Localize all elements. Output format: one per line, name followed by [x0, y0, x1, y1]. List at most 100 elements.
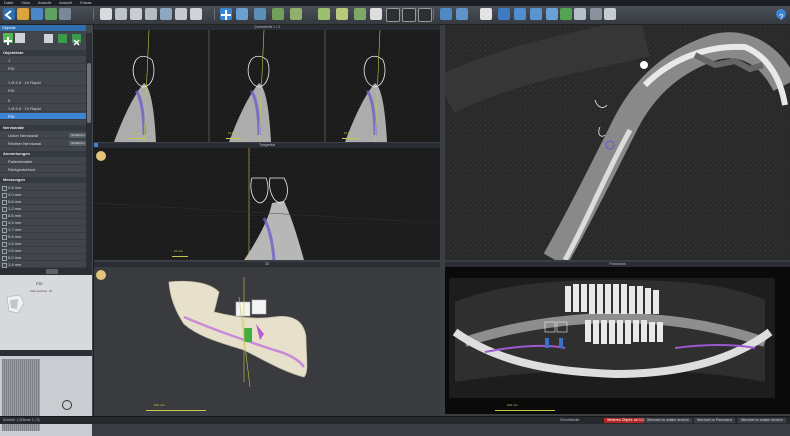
- measure-icon[interactable]: [160, 8, 172, 20]
- crown-icon[interactable]: [130, 8, 142, 20]
- fg-icon[interactable]: [604, 8, 616, 20]
- annotation-1[interactable]: Patientenakte: [0, 158, 86, 165]
- nerves-section[interactable]: Nervkanäle: [0, 125, 86, 131]
- arrow-icon[interactable]: [440, 8, 452, 20]
- measurement-label: 1.7 mm: [8, 227, 22, 232]
- measurement-item[interactable]: 1.8 mm: [0, 247, 86, 254]
- panel-scrollbar-thumb[interactable]: [87, 63, 91, 123]
- render-3d-viewport[interactable]: 3D 100 mm: [94, 262, 440, 414]
- status-warning[interactable]: Weiteres Objekt: ab 0.0: [604, 418, 647, 423]
- drill-icon[interactable]: [514, 8, 526, 20]
- tangential-viewport[interactable]: Tangential 10 mm: [94, 143, 440, 260]
- panel-header: Objekte: [0, 25, 86, 31]
- left-panel: Objekte Objektliste 1 FDI 1 Ø 4.5 · 10 R…: [0, 25, 94, 436]
- arrow-down-icon[interactable]: [546, 8, 558, 20]
- grid-icon[interactable]: [402, 8, 416, 22]
- export-3d-icon[interactable]: [574, 8, 586, 20]
- implant-2-fdi[interactable]: FDI: [0, 87, 86, 94]
- patient-head-icon[interactable]: [96, 151, 106, 161]
- scale-bar-3: [130, 138, 146, 139]
- print-icon[interactable]: [59, 8, 71, 20]
- annotations-section[interactable]: Anmerkungen: [0, 151, 86, 157]
- implant-3-fdi-selected[interactable]: FDI: [0, 113, 86, 120]
- panorama-viewport[interactable]: Panorama 100 mm: [445, 262, 790, 414]
- preview-tab[interactable]: [46, 269, 58, 274]
- report-icon[interactable]: [530, 8, 542, 20]
- cross-icon[interactable]: [220, 8, 232, 20]
- objects-section[interactable]: Objektliste: [0, 50, 86, 56]
- measurement-checkbox[interactable]: [2, 263, 7, 268]
- implant-icon[interactable]: [115, 8, 127, 20]
- implant-3[interactable]: 5: [0, 97, 86, 104]
- remove-icon[interactable]: [72, 34, 81, 46]
- implant-1[interactable]: 1: [0, 57, 86, 64]
- implant-2[interactable]: 1 Ø 4.5 · 10 Rapid: [0, 79, 86, 86]
- zoom-icon[interactable]: [254, 8, 266, 20]
- measurement-item[interactable]: 4.3 mm: [0, 219, 86, 226]
- rotate-icon[interactable]: [290, 8, 302, 20]
- pan-icon[interactable]: [272, 8, 284, 20]
- undo-icon[interactable]: [190, 8, 202, 20]
- measurement-item[interactable]: 5.6 mm: [0, 198, 86, 205]
- scale-label-1: 10 mm: [228, 131, 238, 135]
- sleeve-icon[interactable]: [498, 8, 510, 20]
- implant-1-fdi[interactable]: FDI: [0, 65, 86, 72]
- scale-label-2: 10 mm: [344, 131, 354, 135]
- scale-label-3: 10 mm: [132, 131, 142, 135]
- download-icon[interactable]: [354, 8, 366, 20]
- measurement-item[interactable]: 3.0 mm: [0, 191, 86, 198]
- scale-label-tangential: 10 mm: [174, 249, 184, 253]
- back-icon[interactable]: [3, 8, 15, 20]
- measurement-item[interactable]: 1.4 mm: [0, 261, 86, 268]
- nerve-left-remove-button[interactable]: Entfernen: [69, 133, 87, 138]
- implant-3-model[interactable]: 1 Ø 4.5 · 10 Rapid: [0, 105, 86, 112]
- scale-bar-1: [226, 138, 242, 139]
- measurement-item[interactable]: 2.5 mm: [0, 184, 86, 191]
- implant-library-icon[interactable]: [15, 33, 25, 43]
- zoom-circle-icon[interactable]: [62, 400, 72, 410]
- measurement-item[interactable]: 1.7 mm: [0, 226, 86, 233]
- help-icon[interactable]: ?: [776, 9, 786, 22]
- implant-plan-icon[interactable]: [456, 8, 468, 20]
- panorama-header: Panorama: [445, 262, 790, 267]
- parallel-icon[interactable]: [58, 34, 67, 43]
- measurement-item[interactable]: 1.2 mm: [0, 205, 86, 212]
- status-switch-axial-2[interactable]: Wechsel zu axialer Ansicht: [738, 418, 786, 423]
- nerve-right-remove-button[interactable]: Entfernen: [69, 141, 87, 146]
- status-switch-axial[interactable]: Wechsel zu axialer Ansicht: [644, 418, 692, 423]
- window-icon[interactable]: [236, 8, 248, 20]
- preview-tabs: [0, 268, 92, 275]
- measurements-section[interactable]: Messungen: [0, 177, 86, 183]
- status-switch-panorama[interactable]: Wechsel zu Panorama: [694, 418, 736, 423]
- svg-text:?: ?: [779, 13, 784, 22]
- axial-viewport[interactable]: [445, 25, 790, 260]
- preview-subtitle: Zahnposition: 36: [30, 289, 53, 293]
- add-implant-icon[interactable]: [3, 33, 13, 45]
- ruler-icon[interactable]: [175, 8, 187, 20]
- tooth-outline-icon[interactable]: [370, 8, 382, 20]
- patient-head-icon-3d[interactable]: [96, 270, 106, 280]
- nerve-icon[interactable]: [145, 8, 157, 20]
- save-icon[interactable]: [31, 8, 43, 20]
- image-icon[interactable]: [418, 8, 432, 22]
- screenshot-icon[interactable]: [336, 8, 348, 20]
- device-icon[interactable]: [590, 8, 602, 20]
- crown-tool-icon[interactable]: [44, 34, 53, 43]
- export-icon[interactable]: [45, 8, 57, 20]
- measurement-item[interactable]: 9.6 mm: [0, 233, 86, 240]
- open-folder-icon[interactable]: [17, 8, 29, 20]
- measurement-item[interactable]: 8.6 mm: [0, 212, 86, 219]
- redo-icon[interactable]: [318, 8, 330, 20]
- measurement-item[interactable]: 1.6 mm: [0, 240, 86, 247]
- cross-section-viewport[interactable]: Querschnitt 1 / 3 10 mm 10 mm 10 mm: [94, 25, 440, 142]
- measurement-item[interactable]: 5.0 mm: [0, 254, 86, 261]
- print-icon-2[interactable]: [560, 8, 572, 20]
- layout-icon[interactable]: [386, 8, 400, 22]
- annotation-2[interactable]: Röntgenbefund: [0, 166, 86, 173]
- surgical-guide-icon[interactable]: [480, 8, 492, 20]
- tooth-icon[interactable]: [100, 8, 112, 20]
- scale-bar-tangential: [172, 256, 188, 257]
- measurement-label: 5.6 mm: [8, 199, 22, 204]
- measurement-label: 8.6 mm: [8, 213, 22, 218]
- scale-label-panorama: 100 mm: [507, 403, 518, 407]
